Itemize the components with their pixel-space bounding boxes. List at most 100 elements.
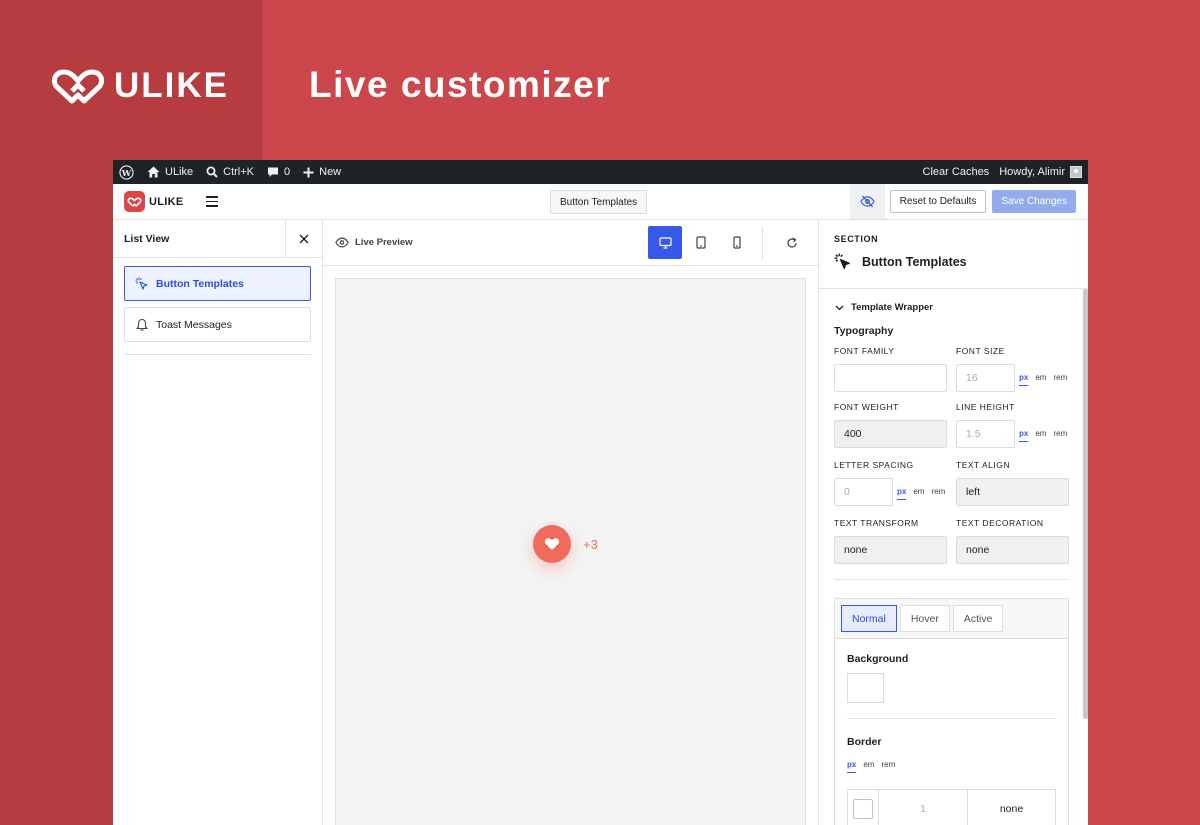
device-tablet-button[interactable] [684,226,718,259]
template-wrapper-toggle[interactable]: Template Wrapper [835,302,933,313]
chevron-down-icon [835,305,844,310]
device-desktop-button[interactable] [648,226,682,259]
list-view-panel: List View Button Templates Toast Message… [113,220,323,825]
unit-px[interactable]: px [1019,373,1029,386]
avatar [1070,166,1082,178]
font-family-input[interactable] [834,364,947,392]
save-changes-button[interactable]: Save Changes [992,190,1076,213]
border-color-cell [848,790,879,825]
comments-count: 0 [284,166,291,178]
home-icon [147,166,160,178]
heart-icon [544,538,560,550]
scrollbar[interactable] [1083,289,1088,719]
text-transform-label: TEXT TRANSFORM [834,518,919,528]
border-label: Border [847,736,882,748]
text-align-select[interactable]: left [956,478,1069,506]
state-settings-box: Normal Hover Active Background Border px… [834,598,1069,825]
new-label: New [319,166,342,178]
section-header: SECTION Button Templates [819,220,1088,289]
menu-toggle-icon[interactable] [205,196,218,207]
search-command[interactable]: Ctrl+K [206,166,254,178]
section-title: Button Templates [834,253,1088,271]
plus-icon [303,167,314,177]
unit-em[interactable]: em [1035,373,1046,386]
close-list-view-button[interactable] [285,220,322,257]
site-name-label: ULike [165,166,194,178]
live-preview-label: Live Preview [335,237,413,248]
font-size-label: FONT SIZE [956,346,1005,356]
background-color-swatch[interactable] [847,673,884,703]
close-icon [299,234,309,243]
refresh-preview-button[interactable] [775,226,809,259]
unit-rem[interactable]: rem [1053,429,1067,442]
unit-rem[interactable]: rem [881,760,895,773]
list-item-label: Button Templates [156,277,244,290]
list-item-toast-messages[interactable]: Toast Messages [124,307,311,342]
state-tabs: Normal Hover Active [835,599,1068,639]
reset-defaults-button[interactable]: Reset to Defaults [889,190,987,213]
unit-rem[interactable]: rem [1053,373,1067,386]
list-item-button-templates[interactable]: Button Templates [124,266,311,301]
unit-px[interactable]: px [847,760,857,773]
tab-hover[interactable]: Hover [899,605,950,632]
divider [834,579,1069,580]
comment-bubble-icon [268,167,278,177]
tab-normal[interactable]: Normal [841,605,897,632]
clear-caches-link[interactable]: Clear Caches [923,166,990,178]
ulike-heart-small-icon [127,197,142,207]
font-size-units: px em rem [1019,373,1067,386]
divider [847,718,1057,719]
cursor-click-icon [135,277,148,290]
comments-link[interactable]: 0 [267,166,290,178]
unit-em[interactable]: em [913,487,924,500]
line-height-units: px em rem [1019,429,1067,442]
background-label: Background [847,653,909,665]
current-section-button[interactable]: Button Templates [550,190,648,214]
unit-px[interactable]: px [1019,429,1029,442]
eye-slash-icon [859,195,875,208]
preview-toolbar: Live Preview [323,220,818,266]
letter-spacing-units: px em rem [897,487,945,500]
text-decoration-select[interactable]: none [956,536,1069,564]
border-style-select[interactable]: none [968,790,1055,825]
section-title-text: Button Templates [862,255,967,269]
list-view-title: List View [124,232,170,245]
line-height-label: LINE HEIGHT [956,402,1015,412]
section-kicker: SECTION [834,234,879,244]
wordpress-logo-icon: W [119,164,134,180]
unit-px[interactable]: px [897,487,907,500]
brand-logo: ULIKE [50,66,229,106]
toggle-visibility-button[interactable] [849,184,885,219]
border-width-input[interactable]: 1 [879,790,968,825]
brand-name: ULIKE [114,66,229,105]
line-height-input[interactable]: 1.5 [956,420,1015,448]
user-menu[interactable]: Howdy, Alimir [999,166,1082,178]
letter-spacing-label: LETTER SPACING [834,460,914,470]
like-button[interactable] [533,525,571,563]
font-weight-select[interactable]: 400 [834,420,947,448]
wordpress-menu[interactable]: W [119,164,134,180]
admin-bar: W ULike Ctrl+K 0 New Clear Caches Howdy,… [113,160,1088,184]
unit-rem[interactable]: rem [931,487,945,500]
unit-em[interactable]: em [863,760,874,773]
like-count: +3 [583,536,598,552]
device-mobile-button[interactable] [720,226,754,259]
site-name-link[interactable]: ULike [147,166,193,178]
mobile-icon [733,236,741,249]
border-color-swatch[interactable] [853,799,873,819]
unit-em[interactable]: em [1035,429,1046,442]
list-item-label: Toast Messages [156,318,232,331]
font-size-input[interactable]: 16 [956,364,1015,392]
list-view-items: Button Templates Toast Messages [113,258,322,355]
tab-active[interactable]: Active [952,605,1004,632]
new-content-link[interactable]: New [303,166,341,178]
ulike-heart-logo-icon [51,69,105,104]
border-units: px em rem [847,760,895,773]
border-controls: 1 none [847,789,1056,825]
text-transform-select[interactable]: none [834,536,947,564]
list-view-header: List View [113,220,322,258]
letter-spacing-input[interactable]: 0 [834,478,893,506]
font-weight-label: FONT WEIGHT [834,402,899,412]
text-decoration-label: TEXT DECORATION [956,518,1044,528]
app-window: W ULike Ctrl+K 0 New Clear Caches Howdy,… [113,160,1088,825]
